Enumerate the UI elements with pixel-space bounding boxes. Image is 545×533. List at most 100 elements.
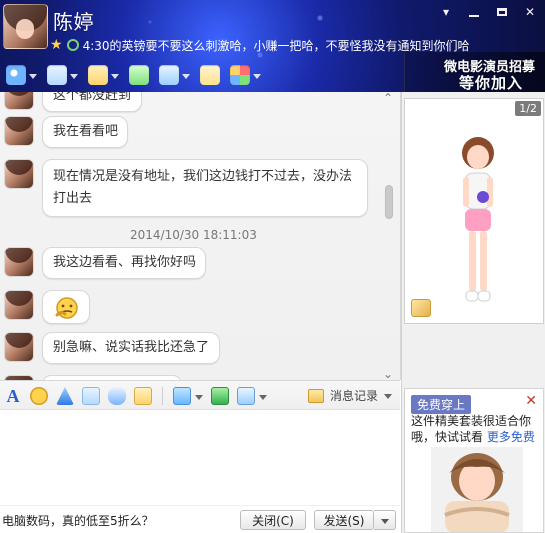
chevron-down-icon[interactable]	[195, 394, 203, 400]
ad-hint-text[interactable]: 电脑数码，真的低至5折么？	[2, 512, 154, 529]
chevron-down-icon[interactable]	[111, 73, 119, 79]
emoji-icon[interactable]	[30, 387, 48, 405]
compose-toolbar: A 消息记录	[0, 380, 400, 410]
toolbar-video[interactable]	[6, 65, 37, 85]
send-options-button[interactable]	[374, 510, 396, 530]
contact-avatar[interactable]	[3, 4, 48, 49]
create-discussion-icon	[129, 65, 149, 85]
avatar-hair	[5, 248, 33, 264]
close-icon[interactable]: ✕	[525, 393, 537, 409]
like-thumb-icon[interactable]	[411, 299, 431, 317]
message-avatar[interactable]	[4, 92, 34, 110]
contact-name[interactable]: 陈婷	[53, 6, 94, 35]
message-avatar[interactable]	[4, 332, 34, 362]
remote-assist-icon	[159, 65, 179, 85]
chevron-down-icon	[380, 518, 389, 524]
message-history-label[interactable]: 消息记录	[330, 387, 378, 404]
chevron-down-icon[interactable]	[70, 73, 78, 79]
toolbar-divider	[162, 387, 163, 405]
show-card[interactable]: 1/2	[404, 98, 544, 324]
bottom-bar: 电脑数码，真的低至5折么？ 关闭(C) 发送(S)	[0, 505, 400, 533]
toolbar-voice[interactable]	[47, 65, 78, 85]
apps-icon	[230, 65, 250, 85]
promo-text: 这件精美套装很适合你哦，快试试看 更多免费	[411, 413, 539, 445]
video-icon[interactable]	[82, 387, 100, 405]
avatar-figure-illustration	[462, 137, 494, 302]
gift-icon[interactable]	[211, 387, 229, 405]
message-bubble[interactable]: 这个都没赶到	[42, 92, 142, 112]
message-bubble[interactable]: 我在看看吧	[42, 116, 128, 148]
minimize-icon[interactable]	[465, 4, 483, 20]
send-button[interactable]: 发送(S)	[314, 510, 374, 530]
chevron-down-icon[interactable]	[259, 394, 267, 400]
page-indicator: 1/2	[515, 101, 541, 116]
window-controls: ▾ ✕	[437, 4, 539, 20]
avatar-hair	[5, 160, 33, 176]
history-icon	[307, 388, 324, 403]
toolbar-apps[interactable]	[230, 65, 261, 85]
close-icon[interactable]: ✕	[521, 4, 539, 20]
message-avatar[interactable]	[4, 247, 34, 277]
avatar-hair	[5, 333, 33, 349]
message-bubble[interactable]: 我这边看看、再找你好吗	[42, 247, 206, 279]
chevron-down-icon[interactable]	[182, 73, 190, 79]
ad-line-2[interactable]: 等你加入	[459, 72, 523, 92]
screenshot-icon[interactable]	[237, 387, 255, 405]
chevron-down-icon[interactable]	[29, 73, 37, 79]
top-toolbar	[0, 58, 261, 92]
signature-text[interactable]: 4:30的英镑要不要这么刺激哈，小赚一把哈，不要怪我没有通知到你们哈	[83, 37, 470, 54]
message-bubble[interactable]: 现在情况是没有地址，我们这边钱打不过去，没办法打出去	[42, 159, 368, 217]
message-avatar[interactable]	[4, 159, 34, 189]
font-icon[interactable]: A	[4, 387, 22, 405]
message-text: 现在情况是没有地址，我们这边钱打不过去，没办法打出去	[53, 169, 353, 206]
transfer-file-icon	[88, 65, 108, 85]
message-bubble[interactable]: 别急嘛、说实话我比还急了	[42, 332, 220, 364]
dropdown-icon[interactable]: ▾	[437, 4, 455, 20]
avatar-face	[16, 19, 34, 39]
avatar-hair	[5, 92, 33, 97]
message-text: 我在看看吧	[53, 124, 119, 139]
message-text: 这个都没赶到	[53, 92, 132, 103]
close-button[interactable]: 关闭(C)	[240, 510, 306, 530]
mic-icon[interactable]	[108, 387, 126, 405]
message-avatar[interactable]	[4, 116, 34, 146]
avatar-hair	[5, 291, 33, 307]
shake-icon[interactable]	[56, 387, 74, 405]
composer: A 消息记录 电脑数码，真的低至5折么？ 关闭(C) 发送(S)	[0, 380, 400, 533]
toolbar-remote[interactable]	[159, 65, 190, 85]
right-panel: 1/2 免费穿上 ✕ 这件精美套装很适合你哦，快试试看 更多免费	[401, 92, 545, 533]
chat-history[interactable]: ⌃ ⌄ 这个都没赶到 我在看看吧 现在情况是没有地址，我们这边钱打不过去，没办法…	[0, 92, 401, 380]
scroll-down-icon[interactable]: ⌄	[382, 368, 394, 380]
timestamp: 2014/10/30 18:11:03	[130, 228, 257, 242]
message-bubble[interactable]	[42, 290, 90, 324]
status-ring-icon	[66, 39, 79, 51]
promo-box: 免费穿上 ✕ 这件精美套装很适合你哦，快试试看 更多免费	[404, 388, 544, 533]
star-icon: ★	[50, 37, 63, 53]
toolbar-share[interactable]	[200, 65, 220, 85]
share-screen-icon	[200, 65, 220, 85]
chevron-down-icon[interactable]	[384, 394, 392, 399]
voice-call-icon	[47, 65, 67, 85]
image-icon[interactable]	[173, 387, 191, 405]
promo-link[interactable]: 更多免费	[487, 430, 535, 444]
toolbar-discussion[interactable]	[129, 65, 149, 85]
header: 陈婷 ★ 4:30的英镑要不要这么刺激哈，小赚一把哈，不要怪我没有通知到你们哈 …	[0, 0, 545, 92]
ad-banner[interactable]: 微电影演员招募 等你加入	[404, 52, 545, 92]
send-button-label: 发送(S)	[323, 513, 365, 528]
message-avatar[interactable]	[4, 290, 34, 320]
promo-tag[interactable]: 免费穿上	[411, 395, 472, 414]
scrollbar-thumb[interactable]	[385, 185, 393, 219]
promo-model-illustration	[431, 447, 523, 532]
avatar-hair	[5, 117, 33, 133]
compose-tools: A	[4, 387, 267, 405]
chat-window: 陈婷 ★ 4:30的英镑要不要这么刺激哈，小赚一把哈，不要怪我没有通知到你们哈 …	[0, 0, 545, 533]
maximize-icon[interactable]	[493, 4, 511, 20]
toolbar-file[interactable]	[88, 65, 119, 85]
chevron-down-icon[interactable]	[253, 73, 261, 79]
scroll-up-icon[interactable]: ⌃	[382, 92, 394, 104]
video-call-icon	[6, 65, 26, 85]
message-text: 别急嘛、说实话我比还急了	[53, 340, 210, 355]
edit-icon[interactable]	[134, 387, 152, 405]
message-input[interactable]	[0, 410, 400, 505]
message-history[interactable]: 消息记录	[307, 387, 392, 404]
